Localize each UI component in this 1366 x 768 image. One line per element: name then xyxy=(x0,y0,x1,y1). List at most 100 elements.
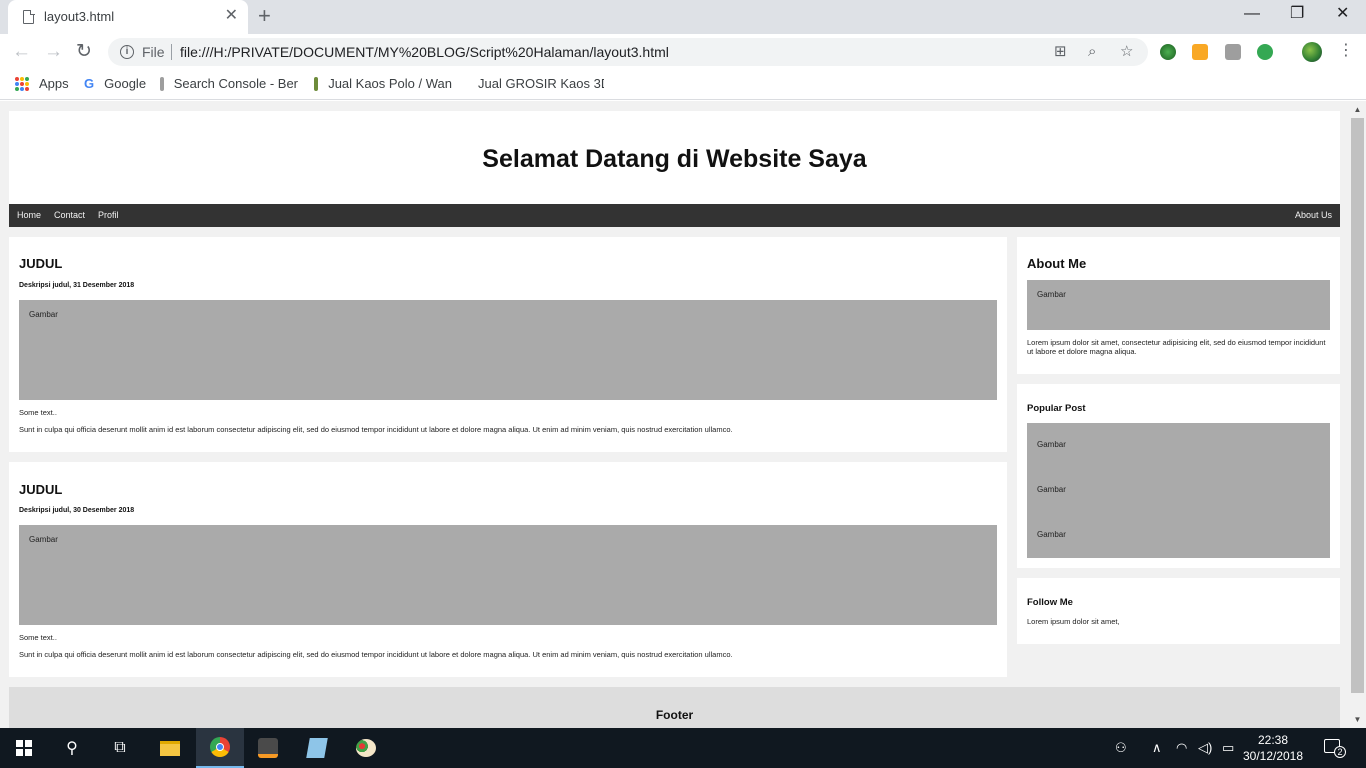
close-window-icon[interactable]: ✕ xyxy=(1336,4,1349,24)
site-footer: Footer xyxy=(9,687,1340,728)
scroll-down-icon[interactable]: ▼ xyxy=(1349,711,1366,728)
menu-icon[interactable]: ⋮ xyxy=(1338,41,1354,61)
forward-icon[interactable]: → xyxy=(44,40,63,64)
translate-icon[interactable]: ⊞ xyxy=(1054,43,1067,61)
post-image: Gambar xyxy=(19,300,997,400)
search-icon[interactable]: ⚲ xyxy=(48,728,96,768)
bookmark-label: Search Console - Ber xyxy=(173,76,298,91)
popular-post-images: Gambar Gambar Gambar xyxy=(1027,423,1330,558)
browser-tab[interactable]: layout3.html ✕ xyxy=(8,0,248,34)
post-subtitle: Deskripsi judul, 30 Desember 2018 xyxy=(19,507,135,514)
reload-icon[interactable]: ↻ xyxy=(76,40,92,64)
search-console-icon xyxy=(160,76,164,91)
zoom-icon[interactable]: ⌕ xyxy=(1088,43,1096,61)
scheme-label: File xyxy=(142,44,165,60)
popular-post-card: Popular Post Gambar Gambar Gambar xyxy=(1017,384,1340,568)
post-image: Gambar xyxy=(19,525,997,625)
extension-trophy-icon[interactable] xyxy=(1225,44,1241,60)
notepad-icon[interactable] xyxy=(293,728,341,768)
address-bar[interactable]: i File file:///H:/PRIVATE/DOCUMENT/MY%20… xyxy=(108,38,1148,66)
chrome-icon[interactable] xyxy=(196,728,244,768)
popular-item[interactable]: Gambar xyxy=(1037,440,1066,449)
profile-avatar[interactable] xyxy=(1302,42,1322,62)
clock-date: 30/12/2018 xyxy=(1242,749,1304,763)
bookmark-label: Google xyxy=(104,76,147,91)
site-title: Selamat Datang di Website Saya xyxy=(482,145,867,173)
post-body: Sunt in culpa qui officia deserunt molli… xyxy=(19,650,733,659)
windows-logo-icon xyxy=(16,740,32,756)
battery-icon[interactable]: ▭ xyxy=(1222,740,1234,756)
tray-chevron-icon[interactable]: ∧ xyxy=(1152,740,1162,756)
bookmarks-bar: Apps G Google Search Console - Ber Jual … xyxy=(0,70,1366,100)
nav-contact[interactable]: Contact xyxy=(54,210,85,220)
image-label: Gambar xyxy=(1037,290,1066,299)
scroll-up-icon[interactable]: ▲ xyxy=(1349,101,1366,118)
bookmark-search-console[interactable]: Search Console - Ber xyxy=(160,76,298,91)
document-icon xyxy=(23,9,35,24)
bookmark-kaos-3d[interactable]: Jual GROSIR Kaos 3D xyxy=(468,76,604,91)
tab-strip: layout3.html ✕ + — ❐ ✕ xyxy=(0,0,1366,34)
bookmark-star-icon[interactable]: ☆ xyxy=(1120,43,1133,61)
about-me-title: About Me xyxy=(1027,256,1087,271)
close-tab-icon[interactable]: ✕ xyxy=(225,7,238,25)
extension-green-icon[interactable] xyxy=(1257,44,1273,60)
system-clock[interactable]: 22:38 30/12/2018 xyxy=(1240,732,1306,764)
post-card: JUDUL Deskripsi judul, 31 Desember 2018 … xyxy=(9,237,1007,452)
nav-home[interactable]: Home xyxy=(17,210,41,220)
post-some-text: Some text.. xyxy=(19,408,57,417)
scrollbar-thumb[interactable] xyxy=(1351,118,1364,693)
shop-icon xyxy=(314,76,319,91)
image-label: Gambar xyxy=(29,310,58,319)
back-icon[interactable]: ← xyxy=(12,40,31,64)
bookmark-label: Jual GROSIR Kaos 3D xyxy=(478,76,604,91)
extension-v-icon[interactable] xyxy=(1192,44,1208,60)
site-nav: Home Contact Profil About Us xyxy=(9,204,1340,227)
post-some-text: Some text.. xyxy=(19,633,57,642)
windows-taskbar: ⚲ ⧉ ⚇ ∧ ◠ ◁) ▭ 22:38 30/12/2018 2 xyxy=(0,728,1366,768)
bookmark-kaos-polo[interactable]: Jual Kaos Polo / Wan xyxy=(314,76,452,91)
popular-item[interactable]: Gambar xyxy=(1037,530,1066,539)
tab-title: layout3.html xyxy=(44,9,115,24)
bookmark-google[interactable]: G Google xyxy=(84,76,146,91)
popular-item[interactable]: Gambar xyxy=(1037,485,1066,494)
google-icon: G xyxy=(84,76,95,91)
paint-icon[interactable] xyxy=(342,728,390,768)
file-explorer-icon[interactable] xyxy=(146,728,194,768)
about-me-card: About Me Gambar Lorem ipsum dolor sit am… xyxy=(1017,237,1340,374)
page-viewport: Selamat Datang di Website Saya Home Cont… xyxy=(0,101,1366,728)
notification-count: 2 xyxy=(1334,746,1346,758)
popular-post-title: Popular Post xyxy=(1027,403,1086,414)
start-button[interactable] xyxy=(0,728,48,768)
about-me-text: Lorem ipsum dolor sit amet, consectetur … xyxy=(1027,338,1326,356)
footer-text: Footer xyxy=(655,708,694,722)
post-subtitle: Deskripsi judul, 31 Desember 2018 xyxy=(19,282,135,289)
nav-profil[interactable]: Profil xyxy=(98,210,119,220)
minimize-icon[interactable]: — xyxy=(1244,4,1260,24)
url-text[interactable]: file:///H:/PRIVATE/DOCUMENT/MY%20BLOG/Sc… xyxy=(180,44,669,60)
nav-about-us[interactable]: About Us xyxy=(1295,210,1332,220)
wifi-icon[interactable]: ◠ xyxy=(1176,740,1187,756)
post-title: JUDUL xyxy=(19,482,63,497)
post-card: JUDUL Deskripsi judul, 30 Desember 2018 … xyxy=(9,462,1007,677)
clock-time: 22:38 xyxy=(1257,733,1289,747)
vertical-scrollbar[interactable]: ▲ ▼ xyxy=(1349,101,1366,728)
sublime-text-icon[interactable] xyxy=(244,728,292,768)
new-tab-icon[interactable]: + xyxy=(258,4,271,28)
people-icon[interactable]: ⚇ xyxy=(1115,740,1127,756)
post-body: Sunt in culpa qui officia deserunt molli… xyxy=(19,425,733,434)
follow-me-text: Lorem ipsum dolor sit amet, xyxy=(1027,617,1120,626)
image-label: Gambar xyxy=(29,535,58,544)
info-icon[interactable]: i xyxy=(120,45,134,59)
restore-icon[interactable]: ❐ xyxy=(1290,4,1304,24)
task-view-icon[interactable]: ⧉ xyxy=(96,728,144,768)
bookmark-apps[interactable]: Apps xyxy=(15,76,69,91)
browser-toolbar: ← → ↻ i File file:///H:/PRIVATE/DOCUMENT… xyxy=(0,34,1366,70)
apps-grid-icon xyxy=(15,76,29,91)
notification-icon[interactable]: 2 xyxy=(1322,738,1346,758)
follow-me-title: Follow Me xyxy=(1027,597,1073,608)
about-me-image: Gambar xyxy=(1027,280,1330,330)
volume-icon[interactable]: ◁) xyxy=(1198,740,1212,756)
follow-me-card: Follow Me Lorem ipsum dolor sit amet, xyxy=(1017,578,1340,644)
site-header: Selamat Datang di Website Saya xyxy=(9,111,1340,204)
extension-globe-icon[interactable] xyxy=(1160,44,1176,60)
